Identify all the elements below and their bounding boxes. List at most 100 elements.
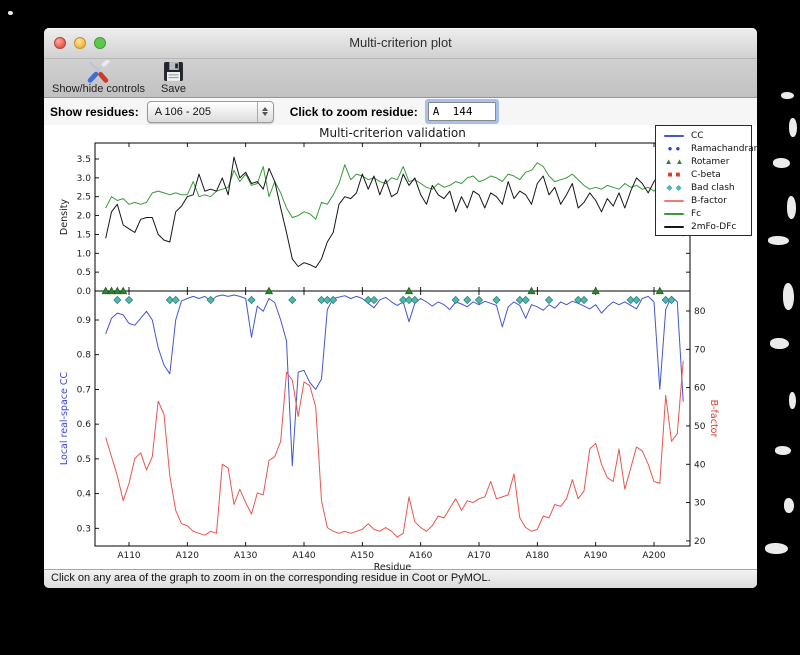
- bad-clash-marker: [632, 295, 641, 305]
- scan-artifact: [770, 338, 789, 349]
- residue-range-value: A 106 - 205: [154, 105, 211, 118]
- tools-icon: [85, 60, 111, 83]
- legend-label: Rotamer: [691, 156, 730, 167]
- twofo-dfc-line: [105, 156, 684, 269]
- y-tick-label: 0.4: [77, 490, 92, 500]
- show-hide-controls-button[interactable]: Show/hide controls: [52, 60, 145, 95]
- y-tick-label: 2.0: [77, 212, 92, 222]
- legend-entry: ◆ ◆ Bad clash: [661, 181, 748, 194]
- stepper-down-icon: [262, 112, 269, 116]
- density-axis-label: Density: [59, 199, 70, 235]
- y-tick-label: 0.3: [77, 524, 91, 534]
- y-tick-label: 2.5: [77, 193, 91, 203]
- legend-label: Fc: [691, 208, 702, 219]
- save-label: Save: [160, 83, 187, 95]
- stepper-up-icon: [262, 107, 269, 111]
- y-tick-label: 80: [694, 307, 706, 317]
- b-factor-line: [105, 360, 684, 538]
- y-tick-label: 1.0: [77, 249, 92, 259]
- legend-label: Bad clash: [691, 182, 735, 193]
- zoom-residue-input[interactable]: [427, 102, 496, 121]
- plot-figure[interactable]: Multi-criterion validation 0.0 0.5 1.0 1.5 2.…: [44, 125, 757, 572]
- legend-entry: Fc: [661, 207, 748, 220]
- bad-clash-marker: [579, 295, 589, 305]
- scan-artifact: [773, 158, 790, 168]
- controls-row: Show residues: A 106 - 205 Click to zoom…: [44, 98, 757, 125]
- y-tick-label: 3.0: [77, 174, 92, 184]
- scan-artifact: [765, 543, 788, 554]
- scan-artifact: [787, 196, 796, 219]
- cc-axis-label: Local real-space CC: [59, 372, 70, 466]
- c-beta-legend-symbol: ■ ■: [667, 169, 681, 179]
- save-button[interactable]: Save: [161, 60, 186, 95]
- legend-label: CC: [691, 130, 704, 141]
- scan-artifact: [775, 446, 791, 455]
- window-controls: [54, 37, 106, 49]
- x-tick-label: A160: [409, 551, 433, 561]
- legend-entry: 2mFo-DFc: [661, 220, 748, 233]
- y-tick-label: 0.7: [77, 385, 91, 395]
- fc-legend-symbol: [661, 212, 687, 215]
- close-button[interactable]: [54, 37, 66, 49]
- bad-clash-marker: [369, 295, 379, 305]
- x-axis-label: Residue: [374, 562, 412, 572]
- multi-criterion-chart[interactable]: Multi-criterion validation 0.0 0.5 1.0 1.5 2.…: [44, 125, 757, 572]
- desktop-background: Multi-criterion plot Show/hide controls: [0, 0, 800, 655]
- multi-criterion-plot-window: Multi-criterion plot Show/hide controls: [44, 28, 757, 588]
- zoom-button[interactable]: [94, 37, 106, 49]
- y-tick-label: 0.9: [77, 316, 92, 326]
- x-tick-label: A190: [584, 551, 608, 561]
- y-tick-label: 50: [694, 422, 706, 432]
- x-tick-label: A110: [117, 551, 141, 561]
- scan-artifact: [784, 498, 794, 513]
- legend-entry: B-factor: [661, 194, 748, 207]
- legend-label: B-factor: [691, 195, 727, 206]
- residue-range-dropdown[interactable]: A 106 - 205: [146, 100, 274, 123]
- legend-entry: ■ ■ C-beta: [661, 168, 748, 181]
- save-icon: [163, 60, 184, 83]
- window-title: Multi-criterion plot: [349, 35, 452, 50]
- bad-clash-marker: [206, 295, 215, 305]
- legend-entry: ● ● Ramachandran: [661, 142, 757, 155]
- y-tick-label: 1.5: [77, 230, 91, 240]
- bad-clash-marker: [124, 295, 134, 305]
- y-tick-label: 60: [694, 384, 706, 394]
- fc-line: [105, 160, 684, 220]
- scan-artifact: [783, 283, 794, 310]
- stepper-icon[interactable]: [256, 101, 273, 122]
- y-tick-label: 0.0: [77, 287, 92, 297]
- legend-entry: ▲ ▲ Rotamer: [661, 155, 748, 168]
- bad-clash-marker: [410, 295, 419, 305]
- bad-clash-marker: [171, 295, 180, 305]
- bottom-plot-frame: [94, 290, 691, 547]
- y-tick-label: 0.8: [77, 351, 92, 361]
- scan-artifact: [789, 392, 796, 409]
- x-tick-label: A200: [642, 551, 666, 561]
- y-tick-label: 20: [694, 537, 706, 547]
- ramachandran-legend-symbol: ● ●: [667, 143, 681, 153]
- cc-legend-symbol: [661, 134, 687, 137]
- x-tick-label: A140: [292, 551, 316, 561]
- y-tick-label: 3.5: [77, 155, 91, 165]
- bad-clash-marker: [113, 295, 122, 305]
- scan-artifact: [781, 92, 794, 99]
- rotamer-legend-symbol: ▲ ▲: [664, 156, 684, 166]
- minimize-button[interactable]: [74, 37, 86, 49]
- y-tick-label: 30: [694, 499, 706, 509]
- y-tick-label: 40: [694, 460, 706, 470]
- bad-clash-marker: [544, 295, 554, 305]
- scan-artifact: [8, 11, 13, 15]
- legend-entry: CC: [661, 129, 748, 142]
- y-tick-label: 70: [694, 345, 706, 355]
- titlebar[interactable]: Multi-criterion plot: [44, 28, 757, 59]
- bad-clash-marker: [463, 295, 472, 305]
- cc-line: [105, 294, 684, 467]
- b-factor-legend-symbol: [661, 199, 687, 202]
- b-factor-axis-label: B-factor: [708, 400, 719, 438]
- y-tick-label: 0.5: [77, 455, 91, 465]
- bad-clash-marker: [521, 295, 530, 305]
- x-tick-label: A150: [351, 551, 375, 561]
- y-tick-label: 0.6: [77, 420, 92, 430]
- bad-clash-legend-symbol: ◆ ◆: [666, 182, 682, 192]
- show-residues-label: Show residues:: [50, 104, 139, 119]
